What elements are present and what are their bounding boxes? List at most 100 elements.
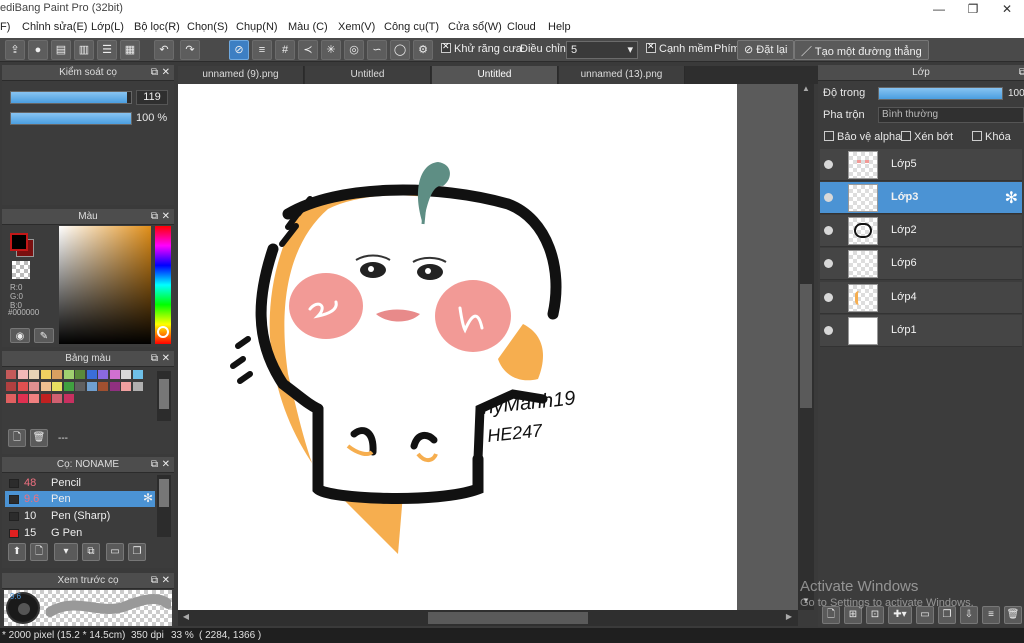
palette-icon[interactable]: ◉ xyxy=(10,328,30,343)
scroll-right-icon[interactable]: ▶ xyxy=(783,612,795,624)
drawing-canvas[interactable]: nyManh19 HE247 xyxy=(178,84,737,610)
palette-swatch[interactable] xyxy=(52,370,62,379)
palette-swatch[interactable] xyxy=(6,370,16,379)
palette-swatch[interactable] xyxy=(29,394,39,403)
palette-swatch[interactable] xyxy=(98,370,108,379)
palette-scrollbar[interactable] xyxy=(157,371,171,421)
color-saturation-picker[interactable] xyxy=(59,226,151,344)
close-icon[interactable]: ✕ xyxy=(162,351,170,366)
undo-icon[interactable]: ↶ xyxy=(154,40,174,60)
visibility-icon[interactable] xyxy=(824,293,833,302)
gear-icon[interactable]: ✻ xyxy=(1005,188,1018,208)
palette-swatch[interactable] xyxy=(6,394,16,403)
float-icon[interactable]: ⧉ xyxy=(151,65,158,80)
gear-icon[interactable]: ✻ xyxy=(143,491,153,505)
palette-swatch[interactable] xyxy=(6,382,16,391)
tab-unnamed-13[interactable]: unnamed (13).png xyxy=(559,66,685,84)
brush-options-icon[interactable]: ▾ xyxy=(54,543,78,561)
layer-row-4[interactable]: Lớp4 xyxy=(820,282,1022,314)
layer-row-3[interactable]: Lớp3 ✻ xyxy=(820,182,1022,214)
tab-unnamed-9[interactable]: unnamed (9).png xyxy=(178,66,304,84)
snap-parallel-icon[interactable]: ≡ xyxy=(252,40,272,60)
palette-swatch[interactable] xyxy=(52,382,62,391)
snap-grid-icon[interactable]: # xyxy=(275,40,295,60)
menu-edit[interactable]: Chỉnh sửa(E) xyxy=(22,21,87,33)
layer-settings-icon[interactable]: ≡ xyxy=(982,606,1000,624)
palette-swatch[interactable] xyxy=(121,382,131,391)
layer-opacity-value[interactable]: 100 xyxy=(1008,88,1024,99)
horizontal-scroll-thumb[interactable] xyxy=(428,612,588,624)
close-icon[interactable]: ✕ xyxy=(162,573,170,588)
minimize-button[interactable]: — xyxy=(922,0,956,18)
palette-swatch[interactable] xyxy=(40,370,51,379)
scroll-left-icon[interactable]: ◀ xyxy=(180,612,192,624)
menu-color[interactable]: Màu (C) xyxy=(288,21,328,33)
float-icon[interactable]: ⧉ xyxy=(151,457,158,472)
clipping-checkbox[interactable] xyxy=(901,131,911,141)
snap-curve-icon[interactable]: ∽ xyxy=(367,40,387,60)
snap-settings-icon[interactable]: ⚙ xyxy=(413,40,433,60)
canvas-area[interactable]: nyManh19 HE247 xyxy=(178,84,798,610)
smooth-checkbox[interactable] xyxy=(646,41,656,53)
palette-swatch[interactable] xyxy=(17,370,28,379)
list-icon[interactable]: ☰ xyxy=(97,40,117,60)
menu-window[interactable]: Cửa sổ(W) xyxy=(448,21,502,33)
palette-swatch[interactable] xyxy=(132,370,143,379)
palette-swatch[interactable] xyxy=(52,394,62,403)
smooth-option[interactable]: Cạnh mềm xyxy=(646,41,713,55)
trash-icon[interactable]: 🗑 xyxy=(1004,606,1022,624)
palette-swatch[interactable] xyxy=(132,382,143,391)
layer-row-2[interactable]: Lớp2 xyxy=(820,215,1022,247)
palette-swatch[interactable] xyxy=(29,382,39,391)
hue-handle[interactable] xyxy=(157,326,169,338)
palette-swatch[interactable] xyxy=(109,382,120,391)
new-brush-icon[interactable]: 🗋 xyxy=(30,543,48,561)
palette-scroll-thumb[interactable] xyxy=(159,379,169,409)
maximize-button[interactable]: ❐ xyxy=(956,0,990,18)
float-icon[interactable]: ⧉ xyxy=(151,351,158,366)
menu-view[interactable]: Xem(V) xyxy=(338,21,375,33)
menu-cloud[interactable]: Cloud xyxy=(507,21,536,33)
snap-radial-icon[interactable]: ✳ xyxy=(321,40,341,60)
layer-row-6[interactable]: Lớp6 xyxy=(820,248,1022,280)
tab-untitled-2[interactable]: Untitled xyxy=(432,66,558,84)
vertical-scroll-thumb[interactable] xyxy=(800,284,812,408)
palette-swatch[interactable] xyxy=(63,370,74,379)
visibility-icon[interactable] xyxy=(824,193,833,202)
layer-row-1[interactable]: Lớp1 xyxy=(820,315,1022,347)
panel-icon[interactable]: ▥ xyxy=(74,40,94,60)
share-icon[interactable]: ⇪ xyxy=(5,40,25,60)
close-icon[interactable]: ✕ xyxy=(162,457,170,472)
lock-checkbox[interactable] xyxy=(972,131,982,141)
brush-opacity-slider[interactable] xyxy=(10,112,132,125)
transparent-color-swatch[interactable] xyxy=(12,261,30,279)
comment-icon[interactable]: ● xyxy=(28,40,48,60)
menu-help[interactable]: Help xyxy=(548,21,571,33)
new-palette-icon[interactable]: 🗋 xyxy=(8,429,26,447)
brush-item-pencil[interactable]: 48 Pencil xyxy=(5,475,155,491)
brush-opacity-value[interactable]: 100 % xyxy=(136,112,167,124)
redo-icon[interactable]: ↷ xyxy=(180,40,200,60)
make-line-button[interactable]: ／ Tạo một đường thẳng xyxy=(794,40,929,60)
float-icon[interactable]: ⧉ xyxy=(151,209,158,224)
palette-swatch[interactable] xyxy=(121,370,131,379)
brush-scroll-thumb[interactable] xyxy=(159,479,169,507)
duplicate-icon[interactable]: ❐ xyxy=(128,543,146,561)
horizontal-scrollbar[interactable]: ◀ ▶ xyxy=(178,610,798,626)
visibility-icon[interactable] xyxy=(824,326,833,335)
palette-swatch[interactable] xyxy=(86,370,97,379)
menu-file[interactable]: F) xyxy=(0,21,10,33)
lock-option[interactable]: Khóa xyxy=(972,131,1011,143)
foreground-color-swatch[interactable] xyxy=(10,233,28,251)
palette-swatch[interactable] xyxy=(17,382,28,391)
vertical-scrollbar[interactable]: ▲ ▼ xyxy=(798,84,814,610)
layer-row-5[interactable]: Lớp5 xyxy=(820,149,1022,181)
float-icon[interactable]: ⧉ xyxy=(1019,65,1024,80)
snap-circle-icon[interactable]: ◎ xyxy=(344,40,364,60)
snap-vanish-icon[interactable]: ≺ xyxy=(298,40,318,60)
visibility-icon[interactable] xyxy=(824,160,833,169)
brush-item-g-pen[interactable]: 15 G Pen xyxy=(5,525,155,539)
blend-mode-select[interactable]: Bình thường xyxy=(878,107,1024,123)
brush-scrollbar[interactable] xyxy=(157,475,171,537)
reset-button[interactable]: ⊘ Đặt lại xyxy=(737,40,795,60)
